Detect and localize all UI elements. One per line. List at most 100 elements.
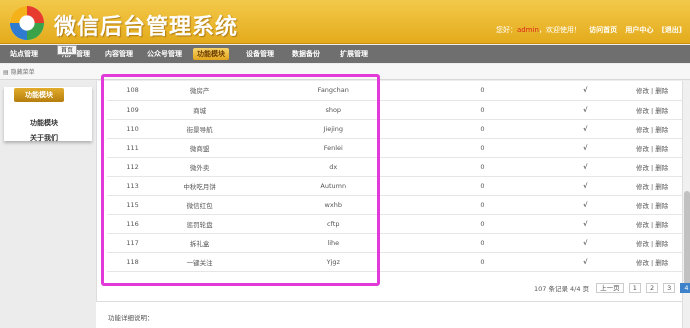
scroll-thumb[interactable] — [684, 191, 690, 291]
nav-device-management[interactable]: 设备管理 — [242, 48, 278, 60]
cell-actions[interactable]: 修改 | 删除 — [621, 195, 683, 214]
cell-count: 0 — [480, 105, 485, 114]
sub-toolbar: ▤ 隐藏菜单 — [0, 64, 690, 80]
cell-actions[interactable]: 修改 | 删除 — [621, 252, 683, 271]
table-row: 118 一键关注 Yjgz 0 √ 修改 | 删除 — [107, 252, 683, 271]
cell-name: 微外卖 — [189, 163, 210, 172]
logout-link[interactable]: [退出] — [662, 26, 682, 34]
cell-code: Jiejing — [323, 124, 344, 133]
cell-code: wxhb — [324, 200, 342, 209]
site-title: 微信后台管理系统 — [54, 15, 239, 40]
home-tooltip: 首页 — [57, 45, 78, 55]
cell-name: 街景导航 — [186, 125, 213, 134]
cell-status-check: √ — [583, 200, 588, 209]
cell-code: Fenlei — [323, 143, 343, 152]
visit-home-link[interactable]: 访问首页 — [589, 26, 617, 34]
cell-actions[interactable]: 修改 | 删除 — [621, 176, 683, 195]
cell-actions[interactable]: 修改 | 删除 — [621, 233, 683, 252]
cell-id: 111 — [126, 143, 139, 152]
cell-actions[interactable]: 修改 | 删除 — [621, 100, 683, 119]
cell-code: shop — [325, 105, 342, 114]
page-4-button[interactable]: 4 — [680, 283, 690, 293]
cell-status-check: √ — [583, 124, 588, 133]
table-row: 117 拆礼盒 lihe 0 √ 修改 | 删除 — [107, 233, 683, 252]
cell-actions[interactable]: 修改 | 删除 — [621, 119, 683, 138]
cell-code: dx — [329, 162, 338, 171]
cell-count: 0 — [480, 257, 485, 266]
cell-count: 0 — [480, 162, 485, 171]
cell-code: Yjgz — [326, 257, 340, 266]
username: admin — [516, 26, 539, 34]
nav-official-account[interactable]: 公众号管理 — [143, 48, 186, 60]
nav-data-backup[interactable]: 数据备份 — [288, 48, 324, 60]
cell-name: 微房产 — [189, 87, 210, 96]
record-summary: 107 条记录 4/4 页 — [534, 285, 590, 293]
user-bar: 您好：admin，欢迎使用！ 访问首页 用户中心 [退出] — [496, 25, 682, 35]
nav-function-modules[interactable]: 功能模块 — [193, 48, 229, 60]
cell-id: 112 — [126, 162, 139, 171]
cell-status-check: √ — [583, 105, 588, 114]
cell-name: 中秋吃月饼 — [183, 182, 216, 191]
cell-count: 0 — [480, 181, 485, 190]
cell-id: 110 — [126, 124, 139, 133]
cell-actions[interactable]: 修改 | 删除 — [621, 157, 683, 176]
cell-actions[interactable]: 修改 | 删除 — [621, 214, 683, 233]
cell-name: 惩罚轮盘 — [186, 220, 213, 229]
sidebar-header[interactable]: 功能模块 — [14, 88, 64, 102]
hide-menu-toggle[interactable]: ▤ 隐藏菜单 — [3, 67, 35, 76]
cell-id: 109 — [126, 105, 139, 114]
table-row: 110 街景导航 Jiejing 0 √ 修改 | 删除 — [107, 119, 683, 138]
sidebar-item-about-us[interactable]: 关于我们 — [0, 133, 88, 143]
cell-code: Fangchan — [317, 86, 349, 95]
greeting-prefix: 您好： — [495, 26, 517, 34]
table-row: 113 中秋吃月饼 Autumn 0 √ 修改 | 删除 — [107, 176, 683, 195]
cell-id: 113 — [126, 181, 139, 190]
page-1-button[interactable]: 1 — [628, 283, 641, 293]
sidebar-item-function-modules[interactable]: 功能模块 — [0, 118, 88, 128]
cell-name: 拆礼盒 — [189, 239, 210, 248]
cell-name: 微信红包 — [186, 201, 213, 210]
table-row: 116 惩罚轮盘 cftp 0 √ 修改 | 删除 — [107, 214, 683, 233]
cell-id: 108 — [126, 86, 139, 95]
cell-count: 0 — [480, 219, 485, 228]
cell-count: 0 — [480, 143, 485, 152]
page-3-button[interactable]: 3 — [663, 283, 676, 293]
cell-code: Autumn — [320, 181, 347, 190]
cell-status-check: √ — [583, 219, 588, 228]
table-row: 111 微商盟 Fenlei 0 √ 修改 | 删除 — [107, 138, 683, 157]
cell-status-check: √ — [583, 86, 588, 95]
main-nav: 站点管理 用户管理 内容管理 公众号管理 功能模块 设备管理 数据备份 扩展管理 — [0, 45, 690, 63]
nav-site-management[interactable]: 站点管理 — [6, 48, 42, 60]
help-section: 功能详细说明： — [96, 301, 682, 328]
cell-status-check: √ — [583, 257, 588, 266]
cell-name: 商城 — [193, 106, 207, 115]
user-center-link[interactable]: 用户中心 — [625, 26, 653, 34]
cell-name: 微商盟 — [189, 144, 210, 153]
function-description-label: 功能详细说明： — [108, 314, 154, 322]
table-row: 109 商城 shop 0 √ 修改 | 删除 — [107, 100, 683, 119]
table-row: 115 微信红包 wxhb 0 √ 修改 | 删除 — [107, 195, 683, 214]
nav-extension-management[interactable]: 扩展管理 — [336, 48, 372, 60]
sidebar: 功能模块 功能模块 关于我们 — [0, 81, 96, 328]
cell-id: 115 — [126, 200, 139, 209]
cell-actions[interactable]: 修改 | 删除 — [621, 138, 683, 157]
cell-actions[interactable]: 修改 | 删除 — [621, 81, 683, 100]
cell-status-check: √ — [583, 162, 588, 171]
table-row: 112 微外卖 dx 0 √ 修改 | 删除 — [107, 157, 683, 176]
cell-name: 一键关注 — [186, 258, 213, 267]
page-2-button[interactable]: 2 — [645, 283, 659, 293]
header: 微信后台管理系统 您好：admin，欢迎使用！ 访问首页 用户中心 [退出] — [0, 0, 690, 44]
hide-menu-label: 隐藏菜单 — [10, 69, 35, 76]
nav-content-management[interactable]: 内容管理 — [101, 48, 137, 60]
greeting-suffix: ，欢迎使用！ — [538, 26, 581, 34]
module-table: 108 微房产 Fangchan 0 √ 修改 | 删除 109 商城 shop 0 √ 修改 | 删… — [107, 81, 683, 272]
cell-id: 118 — [126, 257, 139, 266]
cell-count: 0 — [480, 200, 485, 209]
cell-status-check: √ — [583, 238, 588, 247]
prev-page-button[interactable]: 上一页 — [596, 283, 624, 293]
cell-count: 0 — [480, 124, 485, 133]
pagination: 107 条记录 4/4 页 上一页 1 2 3 4 — [534, 283, 690, 293]
cell-count: 0 — [480, 238, 485, 247]
cell-id: 116 — [126, 219, 139, 228]
cell-count: 0 — [480, 86, 485, 95]
